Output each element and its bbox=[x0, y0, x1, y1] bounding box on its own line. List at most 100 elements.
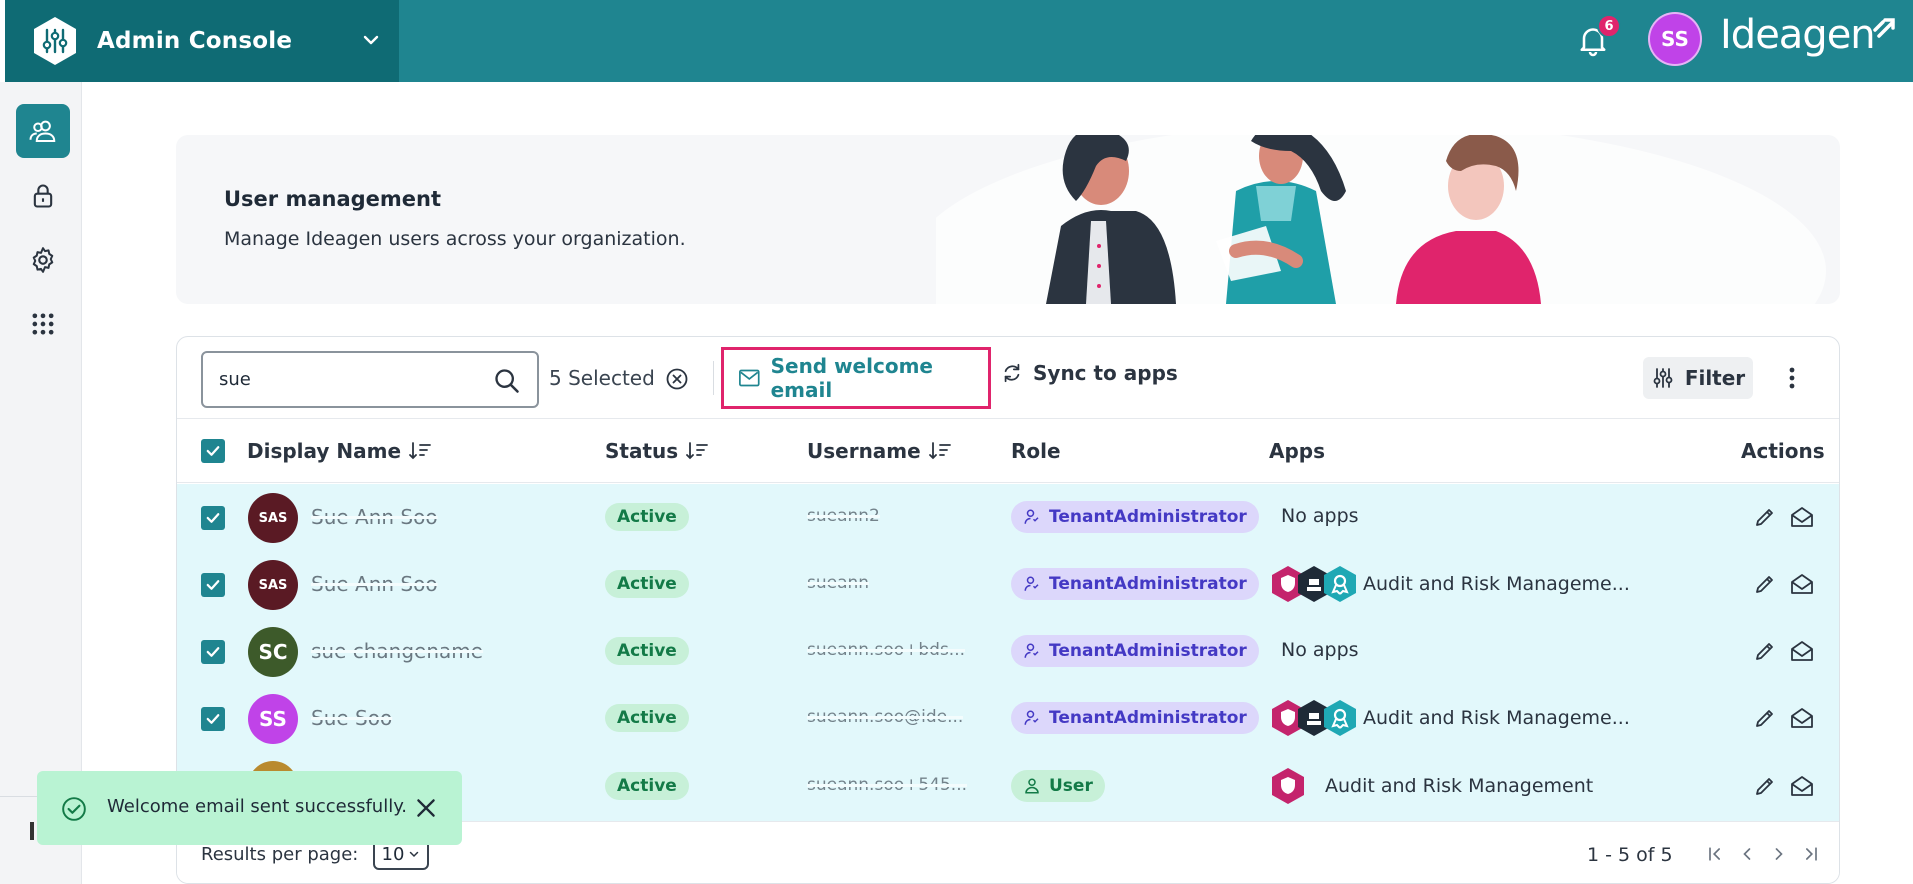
envelope-open-icon[interactable] bbox=[1789, 774, 1815, 798]
user-shield-icon bbox=[1024, 643, 1039, 658]
row-checkbox[interactable] bbox=[201, 640, 225, 664]
results-per-page-label: Results per page: bbox=[201, 844, 359, 865]
status-badge: Active bbox=[605, 772, 689, 800]
app-icons bbox=[1271, 699, 1356, 737]
display-name[interactable]: Sue Ann Soo bbox=[311, 572, 438, 596]
row-checkbox[interactable] bbox=[201, 707, 225, 731]
results-per-page-value: 10 bbox=[381, 843, 405, 865]
status-badge: Active bbox=[605, 704, 689, 732]
apps-grid-icon bbox=[32, 313, 54, 335]
envelope-open-icon[interactable] bbox=[1789, 639, 1815, 663]
sidebar bbox=[0, 82, 82, 884]
apps-label: No apps bbox=[1281, 639, 1359, 661]
award-app-icon bbox=[1324, 566, 1356, 602]
role-label: TenantAdministrator bbox=[1049, 507, 1247, 527]
edit-icon[interactable] bbox=[1753, 572, 1777, 596]
top-bar: Admin Console 6 SS Ideagen bbox=[5, 0, 1913, 82]
role-badge: TenantAdministrator bbox=[1011, 501, 1259, 533]
edit-icon[interactable] bbox=[1753, 505, 1777, 529]
sidebar-item-settings[interactable] bbox=[16, 233, 70, 287]
envelope-open-icon[interactable] bbox=[1789, 572, 1815, 596]
sync-icon bbox=[1004, 363, 1020, 383]
column-header-actions-label: Actions bbox=[1741, 439, 1825, 463]
first-page-icon[interactable] bbox=[1705, 844, 1725, 864]
avatar: SC bbox=[248, 627, 298, 677]
column-header-username[interactable]: Username bbox=[807, 439, 951, 463]
username: sueann2 bbox=[807, 506, 880, 526]
chevron-down-icon[interactable] bbox=[359, 28, 383, 52]
row-checkbox[interactable] bbox=[201, 573, 225, 597]
edit-icon[interactable] bbox=[1753, 774, 1777, 798]
brand-logo: Ideagen bbox=[1720, 12, 1876, 58]
app-title: Admin Console bbox=[97, 28, 293, 54]
check-icon bbox=[206, 446, 220, 456]
status-badge: Active bbox=[605, 503, 689, 531]
column-header-status-label: Status bbox=[605, 439, 679, 463]
search-icon[interactable] bbox=[493, 367, 521, 395]
table-row[interactable]: SAS Sue Ann Soo Active sueann TenantAdmi… bbox=[177, 551, 1839, 618]
username: sueann.soo+545... bbox=[807, 775, 968, 795]
role-badge: TenantAdministrator bbox=[1011, 568, 1259, 600]
column-header-apps: Apps bbox=[1269, 439, 1325, 463]
avatar: SS bbox=[248, 694, 298, 744]
sort-icon[interactable] bbox=[409, 441, 431, 461]
edit-icon[interactable] bbox=[1753, 639, 1777, 663]
column-header-status[interactable]: Status bbox=[605, 439, 709, 463]
display-name[interactable]: Sue Soo bbox=[311, 706, 392, 730]
envelope-open-icon[interactable] bbox=[1789, 505, 1815, 529]
sidebar-item-security[interactable] bbox=[16, 169, 70, 223]
status-badge: Active bbox=[605, 570, 689, 598]
search-input[interactable]: sue bbox=[201, 351, 539, 408]
close-icon[interactable] bbox=[413, 795, 439, 821]
sidebar-item-apps[interactable] bbox=[16, 297, 70, 351]
sync-to-apps-button[interactable]: Sync to apps bbox=[1001, 361, 1178, 385]
previous-page-icon[interactable] bbox=[1737, 844, 1757, 864]
user-avatar[interactable]: SS bbox=[1648, 12, 1702, 66]
check-icon bbox=[206, 647, 220, 657]
send-welcome-email-label: Send welcome email bbox=[770, 354, 933, 402]
mail-icon bbox=[739, 369, 760, 387]
apps-label: No apps bbox=[1281, 505, 1359, 527]
users-icon bbox=[29, 120, 56, 142]
envelope-open-icon[interactable] bbox=[1789, 706, 1815, 730]
last-page-icon[interactable] bbox=[1801, 844, 1821, 864]
page-title: User management bbox=[224, 187, 442, 211]
column-header-display-name[interactable]: Display Name bbox=[247, 439, 431, 463]
display-name[interactable]: Sue Ann Soo bbox=[311, 505, 438, 529]
role-badge: TenantAdministrator bbox=[1011, 635, 1259, 667]
status-badge: Active bbox=[605, 637, 689, 665]
check-icon bbox=[206, 513, 220, 523]
app-icons bbox=[1271, 565, 1356, 603]
more-vertical-icon bbox=[1789, 367, 1795, 389]
user-icon bbox=[1025, 778, 1039, 794]
sidebar-collapse-handle[interactable] bbox=[30, 822, 34, 840]
sort-icon[interactable] bbox=[928, 441, 951, 461]
lock-icon bbox=[33, 184, 53, 208]
filter-button[interactable]: Filter bbox=[1643, 357, 1753, 399]
edit-icon[interactable] bbox=[1753, 706, 1777, 730]
table-row[interactable]: SAS Sue Ann Soo Active sueann2 TenantAdm… bbox=[177, 484, 1839, 551]
column-header-apps-label: Apps bbox=[1269, 439, 1326, 463]
select-all-checkbox[interactable] bbox=[201, 439, 225, 463]
award-app-icon bbox=[1324, 700, 1356, 736]
row-checkbox[interactable] bbox=[201, 506, 225, 530]
filter-label: Filter bbox=[1684, 366, 1746, 390]
send-welcome-email-button[interactable]: Send welcome email bbox=[721, 347, 991, 409]
table-toolbar: sue 5 Selected Send welcome email Sync t… bbox=[177, 337, 1839, 419]
next-page-icon[interactable] bbox=[1769, 844, 1789, 864]
sliders-icon bbox=[1653, 368, 1673, 388]
table-row[interactable]: SC sue changename Active sueann.soo+bds.… bbox=[177, 618, 1839, 685]
sort-icon[interactable] bbox=[686, 441, 709, 461]
role-label: TenantAdministrator bbox=[1049, 708, 1247, 728]
role-badge: TenantAdministrator bbox=[1011, 702, 1259, 734]
sidebar-item-users[interactable] bbox=[16, 104, 70, 158]
app-switcher[interactable]: Admin Console bbox=[5, 0, 399, 82]
apps-cell: Audit and Risk Management bbox=[1271, 767, 1593, 805]
page-banner: User management Manage Ideagen users acr… bbox=[176, 135, 1840, 304]
display-name[interactable]: sue changename bbox=[311, 639, 483, 663]
more-options-button[interactable] bbox=[1777, 361, 1807, 395]
table-row[interactable]: SS Sue Soo Active sueann.soo@ide... Tena… bbox=[177, 685, 1839, 752]
check-icon bbox=[206, 580, 220, 590]
admin-console-logo-icon bbox=[34, 17, 76, 65]
clear-selection-icon[interactable] bbox=[665, 367, 689, 391]
